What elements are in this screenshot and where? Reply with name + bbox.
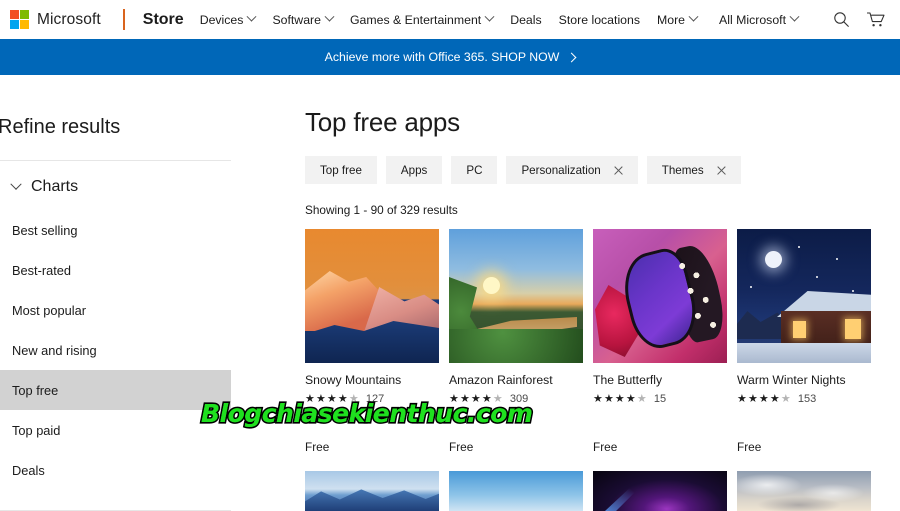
app-thumbnail-warm-winter-nights (737, 229, 871, 363)
nav-item-devices[interactable]: Devices (199, 11, 257, 27)
sidebar-item-best-rated[interactable]: Best-rated (0, 250, 231, 290)
refine-results-sidebar: Refine results Charts Best selling Best-… (0, 75, 231, 511)
sidebar-group-charts[interactable]: Charts (10, 161, 231, 196)
app-title: Warm Winter Nights (737, 373, 846, 387)
sidebar-item-most-popular[interactable]: Most popular (0, 290, 231, 330)
sidebar-item-list: Best selling Best-rated Most popular New… (0, 210, 231, 490)
microsoft-wordmark: Microsoft (37, 10, 101, 28)
chevron-down-icon (789, 11, 800, 22)
filter-pill-label: Personalization (521, 163, 601, 177)
filter-pill-label: Apps (400, 163, 428, 177)
app-card-grid-row-2 (305, 471, 900, 511)
filter-pill-label: Themes (661, 163, 704, 177)
app-title: Snowy Mountains (305, 373, 402, 387)
nav-item-games-label: Games & Entertainment (349, 12, 482, 27)
app-thumbnail-row2-3[interactable] (593, 471, 727, 511)
sidebar-group-charts-label: Charts (31, 178, 79, 195)
nav-item-software[interactable]: Software (272, 11, 335, 27)
nav-item-software-label: Software (272, 12, 321, 27)
app-thumbnail-row2-2[interactable] (449, 471, 583, 511)
app-thumbnail-amazon-rainforest (449, 229, 583, 363)
nav-item-store-locations-label: Store locations (558, 12, 640, 27)
sidebar-item-best-selling[interactable]: Best selling (0, 210, 231, 250)
filter-pill-personalization[interactable]: Personalization (506, 156, 638, 184)
filter-pill-themes[interactable]: Themes (646, 156, 741, 184)
nav-item-games-entertainment[interactable]: Games & Entertainment (349, 11, 495, 27)
nav-item-more[interactable]: More (657, 11, 699, 27)
app-price: Free (305, 440, 330, 454)
app-rating: ★★★★★ 153 (737, 393, 871, 405)
filter-pill-top-free[interactable]: Top free (305, 156, 377, 184)
microsoft-logo-icon (10, 10, 29, 29)
app-title: Amazon Rainforest (449, 373, 553, 387)
nav-item-deals-label: Deals (510, 12, 542, 27)
nav-right-group: All Microsoft (719, 7, 900, 33)
chevron-right-icon (566, 52, 577, 62)
nav-item-store-locations[interactable]: Store locations (559, 13, 640, 27)
sidebar-item-label: New and rising (12, 342, 97, 358)
app-thumbnail-snowy-mountains (305, 229, 439, 363)
results-count: Showing 1 - 90 of 329 results (305, 203, 458, 217)
page-body: Refine results Charts Best selling Best-… (0, 75, 900, 511)
star-rating-icon: ★★★★★ (737, 392, 792, 405)
filter-pill-label: Top free (320, 163, 362, 177)
sidebar-item-deals[interactable]: Deals (0, 450, 231, 490)
nav-divider (122, 9, 125, 30)
site-watermark-fill: Blogchiasekienthuc.com (201, 399, 533, 428)
nav-item-more-label: More (657, 12, 686, 27)
close-icon[interactable] (613, 165, 623, 175)
nav-item-deals[interactable]: Deals (510, 13, 541, 27)
sidebar-item-label: Top free (12, 382, 59, 398)
app-title: The Butterfly (593, 373, 663, 387)
star-rating-icon: ★★★★★ (593, 392, 648, 405)
page-title: Top free apps (305, 107, 460, 137)
sidebar-item-label: Most popular (12, 302, 86, 318)
app-card[interactable]: Warm Winter Nights ★★★★★ 153 Free (737, 229, 871, 454)
shopping-cart-icon (866, 12, 885, 27)
sidebar-item-top-free[interactable]: Top free (0, 370, 231, 410)
chevron-down-icon (324, 11, 335, 22)
app-price: Free (737, 440, 762, 454)
app-thumbnail-the-butterfly (593, 229, 727, 363)
filter-pill-pc[interactable]: PC (451, 156, 498, 184)
sidebar-item-label: Deals (12, 462, 45, 478)
sidebar-item-top-paid[interactable]: Top paid (0, 410, 231, 450)
top-navigation-bar: Microsoft Store Devices Software Games &… (0, 0, 900, 39)
filter-pill-apps[interactable]: Apps (385, 156, 443, 184)
close-icon[interactable] (716, 165, 726, 175)
app-card[interactable]: The Butterfly ★★★★★ 15 Free (593, 229, 727, 454)
all-microsoft-label: All Microsoft (719, 12, 786, 27)
app-rating: ★★★★★ 15 (593, 393, 727, 405)
app-thumbnail-row2-4[interactable] (737, 471, 871, 511)
all-microsoft-dropdown[interactable]: All Microsoft (719, 11, 800, 27)
chevron-down-icon (484, 11, 495, 22)
chevron-down-icon (10, 178, 22, 190)
nav-item-devices-label: Devices (199, 12, 244, 27)
search-icon (833, 12, 849, 27)
app-review-count: 15 (653, 393, 667, 405)
sidebar-item-label: Best selling (12, 222, 78, 238)
nav-store-link[interactable]: Store (143, 11, 184, 29)
chevron-down-icon (246, 11, 257, 22)
app-thumbnail-row2-1[interactable] (305, 471, 439, 511)
promo-banner[interactable]: Achieve more with Office 365. SHOP NOW (0, 39, 900, 75)
filter-pill-label: PC (466, 163, 483, 177)
app-price: Free (449, 440, 474, 454)
sidebar-item-label: Best-rated (12, 262, 72, 278)
microsoft-logo[interactable]: Microsoft (0, 10, 101, 29)
cart-button[interactable] (862, 7, 888, 33)
app-price: Free (593, 440, 618, 454)
promo-banner-text: Achieve more with Office 365. SHOP NOW (324, 50, 560, 64)
sidebar-item-new-and-rising[interactable]: New and rising (0, 330, 231, 370)
sidebar-title: Refine results (0, 116, 121, 138)
app-review-count: 153 (797, 393, 817, 405)
sidebar-item-label: Top paid (12, 422, 61, 438)
search-button[interactable] (828, 7, 854, 33)
filter-pill-list: Top free Apps PC Personalization Themes (305, 156, 900, 184)
main-content: Top free apps Top free Apps PC Personali… (305, 75, 900, 511)
chevron-down-icon (688, 11, 699, 22)
